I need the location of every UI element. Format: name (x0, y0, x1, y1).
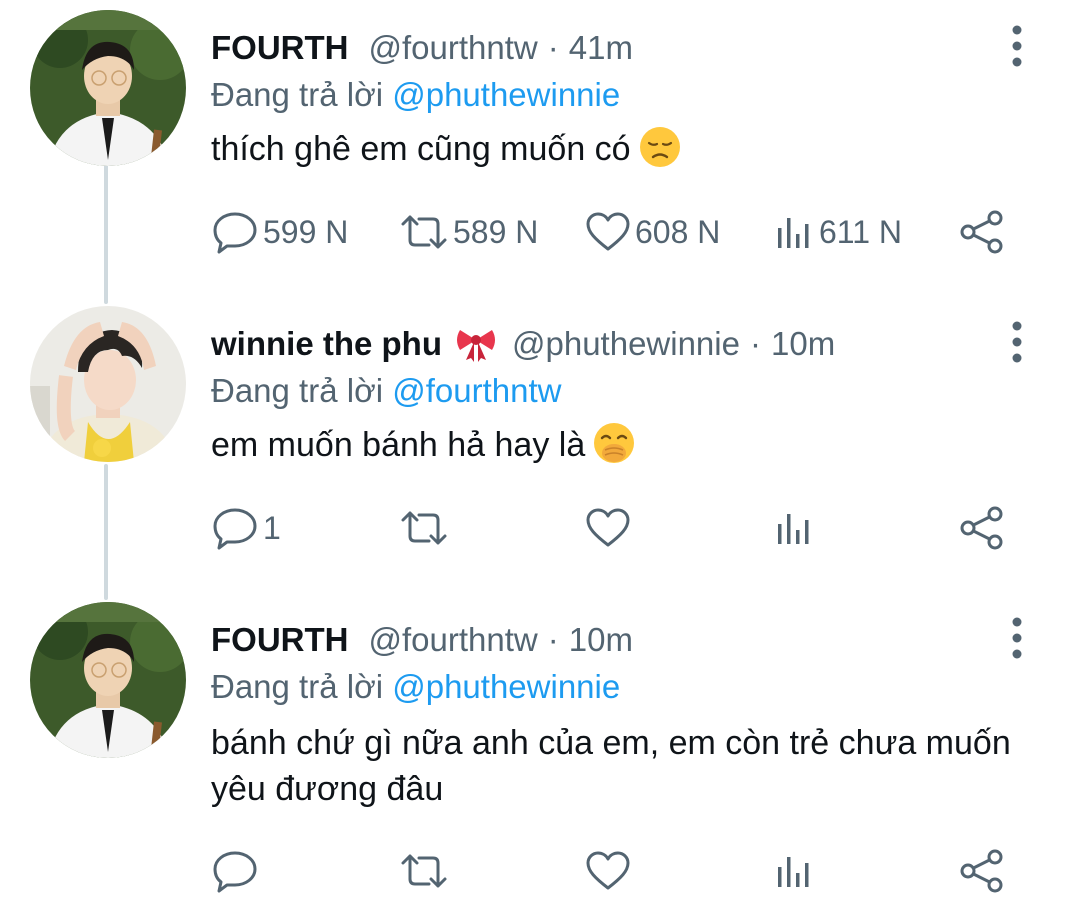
user-handle[interactable]: @fourthntw (368, 29, 537, 67)
retweet-icon (401, 511, 447, 545)
retweet-button[interactable] (399, 846, 453, 896)
view-count: 611 N (819, 213, 903, 250)
reply-icon (213, 508, 257, 550)
like-button[interactable] (585, 846, 635, 896)
tweet-text-content: em muốn bánh hả hay là (211, 426, 586, 464)
face-with-hand-over-mouth-emoji (593, 422, 635, 464)
avatar[interactable] (30, 602, 186, 758)
reply-icon (213, 851, 257, 893)
replying-to: Đang trả lời @phuthewinnie (211, 668, 620, 706)
more-options-icon[interactable] (1004, 24, 1030, 68)
replying-to-label: Đang trả lời (211, 668, 384, 705)
tweet[interactable]: FOURTH @fourthntw · 41m Đang trả lời @ph… (0, 10, 1080, 290)
reply-button[interactable] (213, 846, 263, 896)
views-button[interactable] (773, 503, 819, 553)
tweet-actions: 1 (213, 503, 1043, 553)
views-button[interactable]: 611 N (773, 207, 902, 257)
tweet-header: FOURTH @fourthntw · 41m (211, 26, 633, 70)
separator-dot: · (547, 621, 559, 658)
views-bar-chart-icon (778, 514, 809, 544)
share-button[interactable] (959, 207, 1005, 257)
share-button[interactable] (959, 503, 1005, 553)
views-button[interactable] (773, 846, 819, 896)
share-icon (960, 210, 1003, 254)
reply-count: 1 (263, 509, 281, 546)
like-button[interactable]: 608 N (585, 207, 720, 257)
views-bar-chart-icon (778, 857, 809, 887)
more-options-icon[interactable] (1004, 320, 1030, 364)
user-handle[interactable]: @phuthewinnie (512, 325, 740, 363)
reply-button[interactable]: 1 (213, 503, 281, 553)
more-options-icon[interactable] (1004, 616, 1030, 660)
share-icon (960, 506, 1003, 550)
user-handle[interactable]: @fourthntw (368, 621, 537, 659)
share-icon (960, 849, 1003, 893)
share-button[interactable] (959, 846, 1005, 896)
tweet-text-content: thích ghê em cũng muốn có (211, 130, 631, 168)
mention-link[interactable]: @phuthewinnie (392, 76, 620, 113)
separator-dot: · (547, 29, 559, 66)
replying-to-label: Đang trả lời (211, 76, 384, 113)
tweet-text-content: bánh chứ gì nữa anh của em, em còn trẻ c… (211, 724, 1011, 808)
mention-link[interactable]: @fourthntw (392, 372, 561, 409)
retweet-button[interactable]: 589 N (399, 207, 538, 257)
replying-to: Đang trả lời @phuthewinnie (211, 76, 620, 114)
tweet-header: FOURTH @fourthntw · 10m (211, 618, 633, 662)
replying-to-label: Đang trả lời (211, 372, 384, 409)
views-bar-chart-icon (778, 218, 809, 248)
ribbon-emoji (454, 326, 498, 362)
retweet-button[interactable] (399, 503, 453, 553)
like-count: 608 N (635, 213, 721, 250)
timestamp[interactable]: 41m (569, 29, 633, 67)
disappointed-face-emoji (639, 126, 681, 168)
reply-count: 599 N (263, 213, 349, 250)
reply-button[interactable]: 599 N (213, 207, 348, 257)
retweet-icon (401, 215, 447, 249)
heart-icon (586, 212, 630, 251)
tweet[interactable]: FOURTH @fourthntw · 10m Đang trả lời @ph… (0, 602, 1080, 920)
display-name[interactable]: FOURTH (211, 621, 348, 659)
heart-icon (586, 851, 630, 890)
avatar[interactable] (30, 10, 186, 166)
heart-icon (586, 508, 630, 547)
retweet-count: 589 N (453, 213, 539, 250)
reply-icon (213, 212, 257, 254)
display-name[interactable]: winnie the phu (211, 325, 442, 363)
tweet-actions (213, 846, 1043, 896)
separator-dot: · (749, 325, 761, 362)
tweet[interactable]: winnie the phu @phuthewinnie · 10m Đang … (0, 306, 1080, 586)
mention-link[interactable]: @phuthewinnie (392, 668, 620, 705)
timestamp[interactable]: 10m (569, 621, 633, 659)
like-button[interactable] (585, 503, 635, 553)
avatar[interactable] (30, 306, 186, 462)
tweet-text: thích ghê em cũng muốn có (211, 126, 1031, 172)
tweet-header: winnie the phu @phuthewinnie · 10m (211, 322, 835, 366)
retweet-icon (401, 854, 447, 888)
tweet-text: em muốn bánh hả hay là (211, 422, 1031, 468)
display-name[interactable]: FOURTH (211, 29, 348, 67)
tweet-actions: 599 N 589 N 608 N 611 N (213, 207, 1043, 257)
tweet-text: bánh chứ gì nữa anh của em, em còn trẻ c… (211, 720, 1011, 812)
replying-to: Đang trả lời @fourthntw (211, 372, 561, 410)
timestamp[interactable]: 10m (771, 325, 835, 363)
